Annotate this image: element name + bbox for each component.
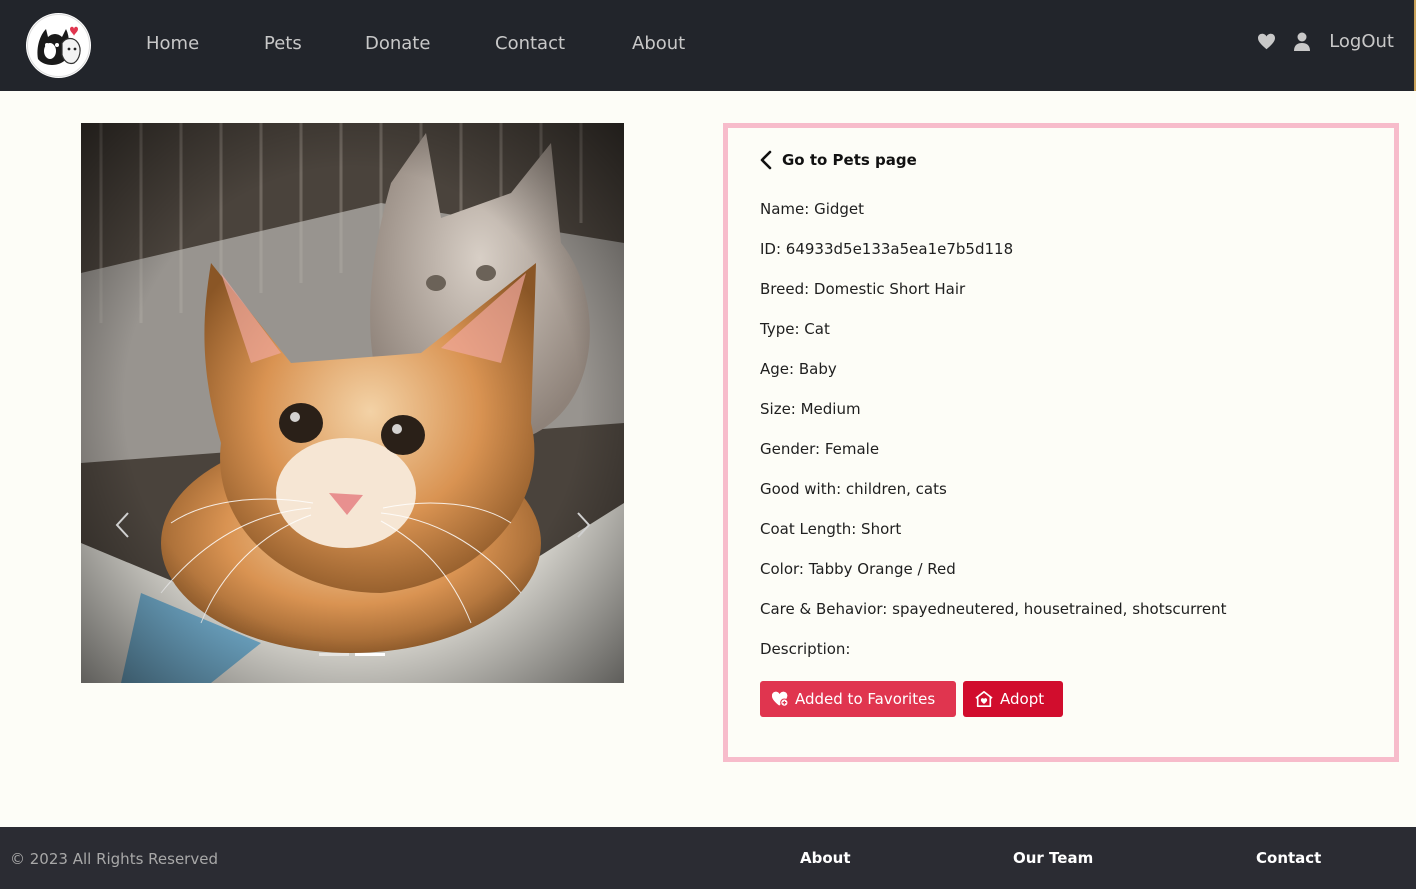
chevron-left-icon[interactable] [113, 510, 133, 540]
pet-good-with: Good with: children, cats [760, 480, 947, 498]
nav-link-pets[interactable]: Pets [264, 33, 302, 54]
pet-id: ID: 64933d5e133a5ea1e7b5d118 [760, 240, 1014, 258]
pet-size: Size: Medium [760, 400, 861, 418]
logout-link[interactable]: LogOut [1329, 31, 1394, 52]
favorites-button-label: Added to Favorites [795, 690, 936, 708]
adopt-button[interactable]: Adopt [963, 681, 1063, 717]
back-link-label: Go to Pets page [782, 151, 917, 169]
carousel-indicators [319, 653, 385, 656]
back-to-pets-link[interactable]: Go to Pets page [760, 150, 917, 170]
pet-type: Type: Cat [760, 320, 830, 338]
pet-name: Name: Gidget [760, 200, 865, 218]
adopt-button-label: Adopt [1000, 690, 1045, 708]
footer-link-our-team[interactable]: Our Team [1013, 849, 1093, 867]
cat-dog-logo-icon [27, 14, 90, 77]
pet-color: Color: Tabby Orange / Red [760, 560, 956, 578]
carousel-indicator-1[interactable] [319, 653, 349, 656]
pet-breed: Breed: Domestic Short Hair [760, 280, 966, 298]
nav-link-contact[interactable]: Contact [495, 33, 565, 54]
added-to-favorites-button[interactable]: Added to Favorites [760, 681, 956, 717]
nav-link-home[interactable]: Home [146, 33, 199, 54]
carousel-indicator-2[interactable] [355, 653, 385, 656]
user-icon[interactable] [1291, 30, 1313, 52]
nav-link-about[interactable]: About [632, 33, 685, 54]
navbar: Home Pets Donate Contact About LogOut [0, 0, 1416, 91]
pet-age: Age: Baby [760, 360, 837, 378]
pet-photo-carousel [81, 123, 624, 683]
pet-photo [81, 123, 624, 683]
chevron-right-icon[interactable] [573, 510, 593, 540]
heart-icon[interactable] [1255, 30, 1277, 52]
nav-link-donate[interactable]: Donate [365, 33, 430, 54]
pet-care-behavior: Care & Behavior: spayedneutered, housetr… [760, 600, 1227, 618]
footer-link-contact[interactable]: Contact [1256, 849, 1321, 867]
pet-description: Description: [760, 640, 851, 658]
pet-coat-length: Coat Length: Short [760, 520, 902, 538]
chevron-left-icon [760, 150, 772, 170]
footer-link-about[interactable]: About [800, 849, 851, 867]
site-footer: © 2023 All Rights Reserved About Our Tea… [0, 827, 1416, 889]
home-heart-icon [975, 690, 993, 708]
site-logo[interactable] [26, 13, 91, 78]
pet-gender: Gender: Female [760, 440, 880, 458]
copyright-text: © 2023 All Rights Reserved [10, 850, 218, 868]
heart-plus-icon [772, 691, 789, 707]
pet-details-panel: Go to Pets page Name: Gidget ID: 64933d5… [723, 123, 1399, 762]
nav-actions: LogOut [1255, 30, 1394, 52]
